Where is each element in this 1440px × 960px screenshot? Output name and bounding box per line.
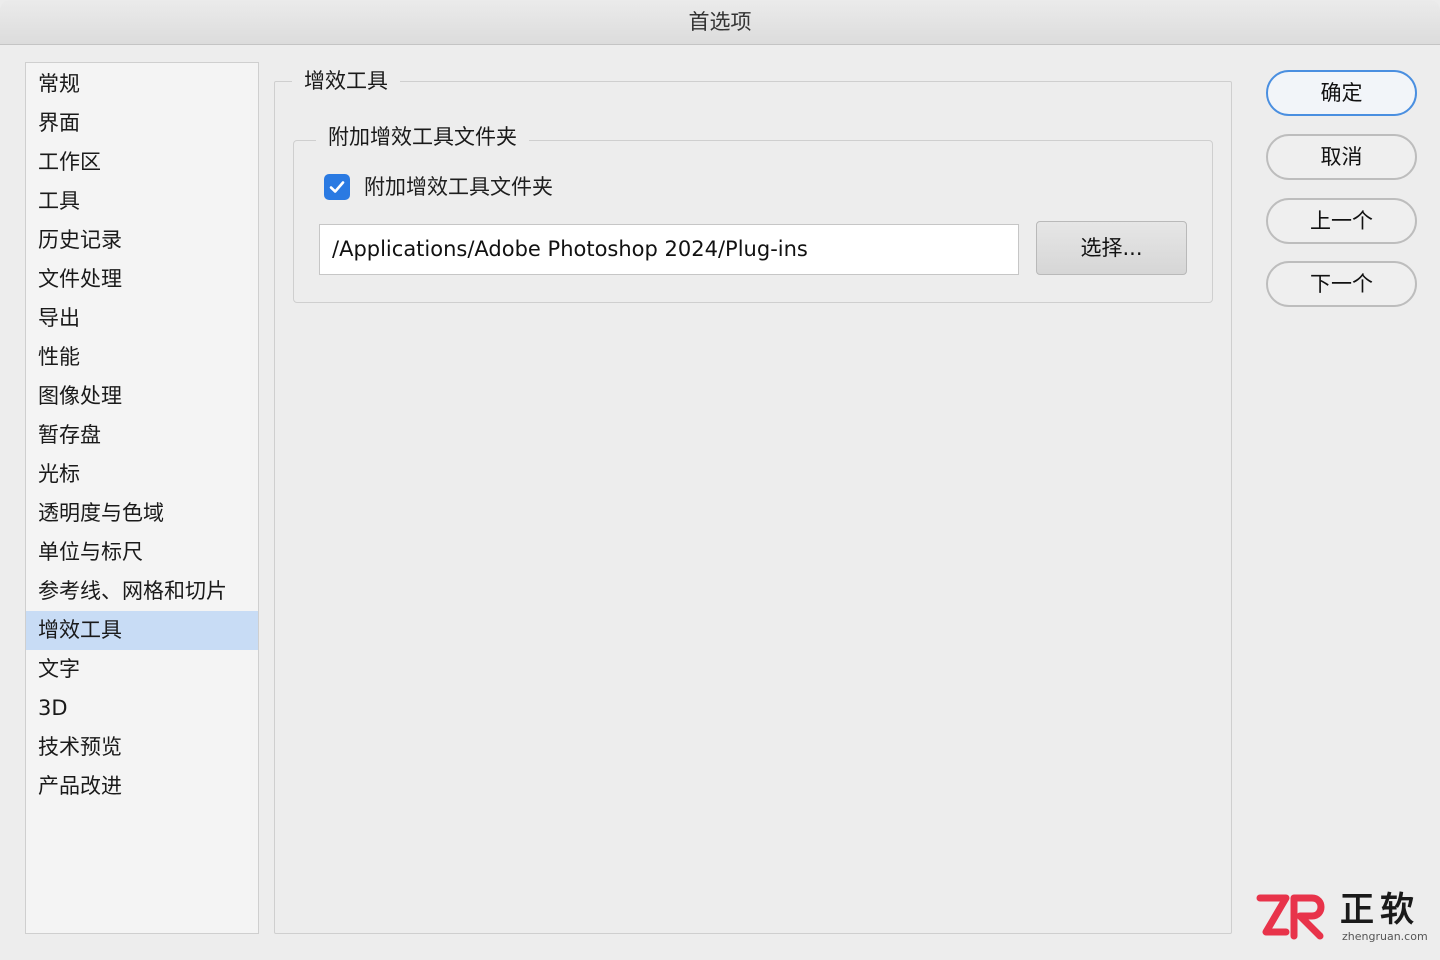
sidebar-item-product-improvement[interactable]: 产品改进	[26, 767, 258, 806]
sidebar-item-file-handling[interactable]: 文件处理	[26, 260, 258, 299]
watermark-url: zhengruan.com	[1342, 930, 1428, 943]
sidebar-item-workspace[interactable]: 工作区	[26, 143, 258, 182]
ok-button[interactable]: 确定	[1266, 70, 1417, 116]
sidebar-item-guides-grid-slices[interactable]: 参考线、网格和切片	[26, 572, 258, 611]
choose-folder-button[interactable]: 选择...	[1036, 221, 1187, 275]
sidebar-item-interface[interactable]: 界面	[26, 104, 258, 143]
watermark-brand: 正软	[1340, 890, 1420, 930]
previous-button[interactable]: 上一个	[1266, 198, 1417, 244]
sidebar-item-image-processing[interactable]: 图像处理	[26, 377, 258, 416]
cancel-button[interactable]: 取消	[1266, 134, 1417, 180]
additional-plugins-folder-label[interactable]: 附加增效工具文件夹	[364, 172, 553, 202]
sidebar-item-type[interactable]: 文字	[26, 650, 258, 689]
additional-plugins-folder-title: 附加增效工具文件夹	[316, 122, 529, 152]
sidebar-item-transparency-gamut[interactable]: 透明度与色域	[26, 494, 258, 533]
sidebar-item-units-rulers[interactable]: 单位与标尺	[26, 533, 258, 572]
additional-plugins-folder-checkbox[interactable]	[324, 174, 350, 200]
watermark: 正软 zhengruan.com	[1256, 890, 1436, 950]
window-titlebar: 首选项	[0, 0, 1440, 45]
plugins-group-title: 增效工具	[292, 66, 400, 96]
sidebar-item-export[interactable]: 导出	[26, 299, 258, 338]
checkmark-icon	[329, 181, 345, 193]
sidebar-item-technology-previews[interactable]: 技术预览	[26, 728, 258, 767]
window-title: 首选项	[688, 10, 752, 34]
next-button[interactable]: 下一个	[1266, 261, 1417, 307]
plugins-path-field[interactable]: /Applications/Adobe Photoshop 2024/Plug-…	[319, 224, 1019, 275]
sidebar-item-scratch-disks[interactable]: 暂存盘	[26, 416, 258, 455]
sidebar-item-history-log[interactable]: 历史记录	[26, 221, 258, 260]
sidebar-item-cursors[interactable]: 光标	[26, 455, 258, 494]
sidebar-item-tools[interactable]: 工具	[26, 182, 258, 221]
sidebar-item-performance[interactable]: 性能	[26, 338, 258, 377]
sidebar-item-general[interactable]: 常规	[26, 65, 258, 104]
sidebar: 常规 界面 工作区 工具 历史记录 文件处理 导出 性能 图像处理 暂存盘 光标…	[25, 62, 259, 934]
zr-logo-icon	[1256, 894, 1325, 940]
sidebar-item-3d[interactable]: 3D	[26, 689, 258, 728]
sidebar-item-plugins[interactable]: 增效工具	[26, 611, 258, 650]
